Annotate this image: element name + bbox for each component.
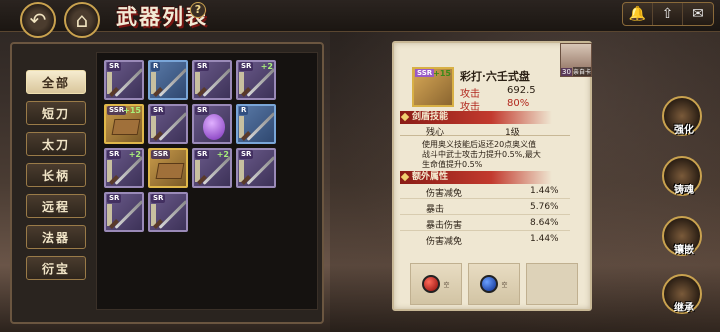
weapon-slot[interactable]: SR +2 (236, 60, 276, 100)
avatar-name: 亲自卡 (572, 67, 591, 76)
home-icon: ⌂ (75, 8, 89, 32)
extra-label: 伤害减免 (426, 237, 463, 247)
avatar-level: 30 (561, 68, 572, 76)
extra-value: 1.44% (530, 186, 559, 196)
weapon-slot[interactable]: SR (192, 60, 232, 100)
plus-level: +15 (123, 106, 141, 115)
home-button[interactable]: ⌂ (64, 2, 100, 38)
forge-soul-label: 铸魂 (674, 185, 694, 196)
weapon-name: 彩打·六壬式盘 (460, 70, 530, 83)
blade-icon (246, 156, 274, 185)
inherit-label: 继承 (674, 303, 694, 314)
blue-gem-icon (480, 275, 499, 293)
weapon-rank-badge: SSR (415, 69, 435, 77)
blade-icon (114, 200, 142, 229)
category-polearm[interactable]: 长柄 (26, 163, 86, 187)
enhance-label: 强化 (674, 125, 694, 136)
blade-icon (246, 68, 274, 97)
board-icon (155, 163, 185, 179)
divider (400, 214, 570, 215)
divider (400, 230, 570, 231)
category-treasure[interactable]: 衍宝 (26, 256, 86, 280)
back-arrow-icon: ↶ (29, 8, 47, 32)
category-dagger[interactable]: 短刀 (26, 101, 86, 125)
weapon-slot[interactable]: SR (148, 104, 188, 144)
blade-icon (158, 68, 186, 97)
category-magic[interactable]: 法器 (26, 225, 86, 249)
divider (400, 198, 570, 199)
back-button[interactable]: ↶ (20, 2, 56, 38)
notification-icon[interactable]: 🔔 (623, 3, 653, 25)
weapon-slot[interactable]: SR (236, 148, 276, 188)
extra-value: 1.44% (530, 234, 559, 244)
stat-value: 80% (507, 98, 530, 109)
help-icon[interactable]: ? (190, 2, 206, 18)
rank-badge: R (151, 62, 161, 71)
blade-icon (246, 112, 274, 141)
rank-badge: SR (151, 194, 166, 203)
gem-socket-label: 空 (501, 281, 508, 289)
rank-badge: SR (195, 62, 210, 71)
category-katana[interactable]: 太刀 (26, 132, 86, 156)
extra-value: 8.64% (530, 218, 559, 228)
rank-badge: SSR (151, 150, 171, 159)
rank-badge: SR (195, 106, 210, 115)
blade-icon (114, 68, 142, 97)
weapon-slot[interactable]: SR (104, 60, 144, 100)
rank-badge: SR (107, 194, 122, 203)
extra-value: 5.76% (530, 202, 559, 212)
inherit-button[interactable]: 继承 (662, 274, 702, 314)
weapon-slot[interactable]: SR (148, 192, 188, 232)
weapon-slot[interactable]: R (236, 104, 276, 144)
rank-badge: SR (151, 106, 166, 115)
skill-section-header: 剑盾技能 (400, 111, 552, 124)
blade-icon (114, 156, 142, 185)
blade-icon (202, 156, 230, 185)
skill-desc-line: 生命值提升0.5% (422, 160, 483, 169)
skill-name: 残心 (426, 128, 445, 138)
red-gem-icon (422, 275, 441, 293)
blade-icon (202, 68, 230, 97)
board-icon (111, 119, 141, 135)
weapon-slot[interactable]: SR +2 (192, 148, 232, 188)
category-ranged[interactable]: 远程 (26, 194, 86, 218)
inlay-button[interactable]: 镶嵌 (662, 216, 702, 256)
gem-socket-empty[interactable] (526, 263, 578, 305)
inlay-label: 镶嵌 (674, 245, 694, 256)
blade-icon (158, 112, 186, 141)
blade-icon (158, 200, 186, 229)
gem-socket-blue[interactable]: 空 (468, 263, 520, 305)
skill-level: 1级 (505, 128, 520, 138)
upload-icon[interactable]: ⇧ (653, 3, 683, 25)
weapon-image: SSR +15 (412, 67, 454, 107)
mail-icon[interactable]: ✉ (683, 3, 713, 25)
rank-badge: R (239, 106, 249, 115)
enhance-button[interactable]: 强化 (662, 96, 702, 136)
rank-badge: SR (195, 150, 210, 159)
category-all[interactable]: 全部 (26, 70, 86, 94)
weapon-slot[interactable]: SR (104, 192, 144, 232)
weapon-slot[interactable]: SSR (148, 148, 188, 188)
weapon-slot[interactable]: SR +2 (104, 148, 144, 188)
rank-badge: SR (107, 62, 122, 71)
gem-socket-label: 空 (443, 281, 450, 289)
weapon-slot[interactable]: R (148, 60, 188, 100)
extra-section-header: 额外属性 (400, 171, 552, 184)
avatar[interactable]: 30 亲自卡 (560, 43, 592, 77)
weapon-plus-level: +15 (433, 69, 451, 78)
stat-value: 692.5 (507, 85, 536, 96)
orb-icon (203, 114, 225, 140)
top-right-icons: 🔔 ⇧ ✉ (622, 2, 714, 26)
weapon-slot[interactable]: SR (192, 104, 232, 144)
weapon-slot[interactable]: SSR +15 (104, 104, 144, 144)
rank-badge: SR (239, 150, 254, 159)
forge-soul-button[interactable]: 铸魂 (662, 156, 702, 196)
gem-socket-red[interactable]: 空 (410, 263, 462, 305)
rank-badge: SR (107, 150, 122, 159)
rank-badge: SR (239, 62, 254, 71)
